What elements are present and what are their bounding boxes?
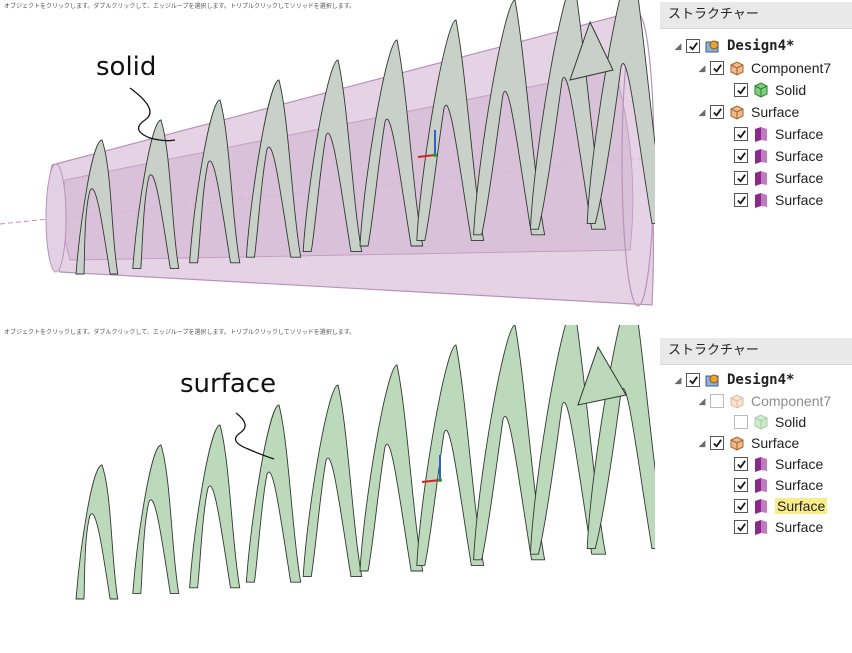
helix-blade [359,364,424,572]
3d-viewport-top[interactable]: オブジェクトをクリックします。ダブルクリックして、エッジループを選択します。トリ… [0,0,655,325]
tree-label: Surface [751,435,800,451]
tree-row-surface[interactable]: Surface [732,190,823,210]
surface-body-icon [752,147,770,165]
visibility-checkbox[interactable] [734,171,748,185]
collapse-toggle-icon[interactable]: ◢ [672,41,684,52]
structure-tree-title: ストラクチャー [660,338,852,365]
visibility-checkbox[interactable] [734,520,748,534]
cone-solid-render [0,0,655,307]
helix-blade [416,344,485,566]
tree-label: Surface [775,126,824,142]
tree-row-surface[interactable]: Surface [732,475,823,495]
3d-viewport-bottom[interactable]: オブジェクトをクリックします。ダブルクリックして、エッジループを選択します。トリ… [0,325,655,653]
callout-label: solid [96,52,157,82]
tree-row-surface-group[interactable]: ◢ Surface [696,102,800,122]
tree-label: Surface [775,498,828,514]
visibility-checkbox[interactable] [710,61,724,75]
solid-body-icon [752,413,770,431]
surface-view-panel: オブジェクトをクリックします。ダブルクリックして、エッジループを選択します。トリ… [0,325,852,653]
visibility-checkbox[interactable] [686,39,700,53]
visibility-checkbox[interactable] [710,394,724,408]
visibility-checkbox[interactable] [734,457,748,471]
tree-label: Surface [751,104,800,120]
helix-blade [245,404,302,583]
tree-label: Design4* [727,38,795,54]
component-icon [728,392,746,410]
callout-label: surface [180,369,277,399]
status-hint: オブジェクトをクリックします。ダブルクリックして、エッジループを選択します。トリ… [4,329,356,336]
visibility-checkbox[interactable] [710,436,724,450]
visibility-checkbox[interactable] [734,149,748,163]
tree-label: Component7 [751,60,832,76]
tree-label: Surface [775,519,824,535]
helix-surface [75,325,655,600]
callout-leader [129,87,176,142]
surface-body-icon [752,455,770,473]
tree-row-surface-selected[interactable]: Surface [732,496,828,516]
solid-body-icon [752,81,770,99]
tree-row-surface[interactable]: Surface [732,146,823,166]
tree-label: Design4* [727,372,795,388]
surface-body-icon [752,518,770,536]
helix-blade [302,384,363,578]
helix-blade [132,444,180,594]
structure-tree-panel: ストラクチャー ◢ Design4* ◢ Component7 Solid ◢ [660,338,852,565]
tree-row-component[interactable]: ◢ Component7 [696,58,832,78]
helix-surface-render [75,325,655,600]
tree-row-surface[interactable]: Surface [732,124,823,144]
collapse-toggle-icon[interactable]: ◢ [696,396,708,407]
tree-label: Surface [775,148,824,164]
tree-row-surface[interactable]: Surface [732,454,823,474]
tree-label: Surface [775,170,824,186]
collapse-toggle-icon[interactable]: ◢ [696,107,708,118]
helix-blade [189,424,241,589]
visibility-checkbox[interactable] [734,499,748,513]
visibility-checkbox[interactable] [734,193,748,207]
tree-label: Surface [775,192,824,208]
status-hint: オブジェクトをクリックします。ダブルクリックして、エッジループを選択します。トリ… [4,3,356,10]
tree-row-component[interactable]: ◢ Component7 [696,391,832,411]
tree-row-root[interactable]: ◢ Design4* [672,370,795,390]
tree-row-root[interactable]: ◢ Design4* [672,36,795,56]
surface-body-icon [752,125,770,143]
surface-body-icon [752,476,770,494]
visibility-checkbox[interactable] [734,415,748,429]
cone-small-end [45,163,67,273]
visibility-checkbox[interactable] [734,83,748,97]
tree-row-surface-group[interactable]: ◢ Surface [696,433,800,453]
component-icon [728,103,746,121]
tree-row-surface[interactable]: Surface [732,168,823,188]
solid-view-panel: オブジェクトをクリックします。ダブルクリックして、エッジループを選択します。トリ… [0,0,852,325]
structure-tree-title: ストラクチャー [660,2,852,29]
visibility-checkbox[interactable] [734,127,748,141]
visibility-checkbox[interactable] [686,373,700,387]
visibility-checkbox[interactable] [734,478,748,492]
tree-label: Component7 [751,393,832,409]
collapse-toggle-icon[interactable]: ◢ [696,63,708,74]
surface-body-icon [752,191,770,209]
component-icon [728,59,746,77]
tree-label: Solid [775,82,807,98]
component-icon [728,434,746,452]
tree-row-solid[interactable]: Solid [732,412,806,432]
collapse-toggle-icon[interactable]: ◢ [696,438,708,449]
surface-body-icon [752,497,770,515]
collapse-toggle-icon[interactable]: ◢ [672,375,684,386]
visibility-checkbox[interactable] [710,105,724,119]
surface-body-icon [752,169,770,187]
tree-label: Solid [775,414,807,430]
tree-label: Surface [775,456,824,472]
design-icon [704,37,722,55]
helix-blade [75,464,119,600]
structure-tree-panel: ストラクチャー ◢ Design4* ◢ Component7 Solid ◢ [660,2,852,229]
tree-row-surface[interactable]: Surface [732,517,823,537]
design-icon [704,371,722,389]
tree-row-solid[interactable]: Solid [732,80,806,100]
tree-label: Surface [775,477,824,493]
